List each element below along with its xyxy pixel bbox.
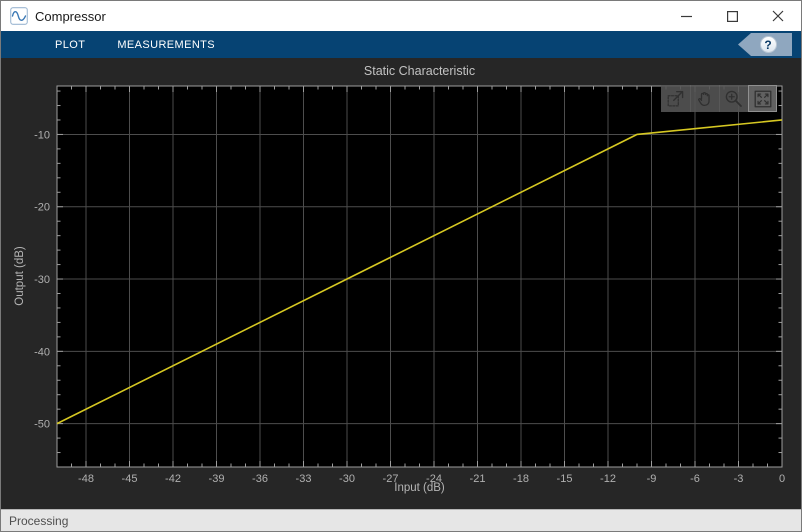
pan-button[interactable]	[690, 85, 719, 112]
app-window: Compressor PLOT MEASUREMENTS ? -48 -45 -42…	[0, 0, 802, 532]
tab-plot[interactable]: PLOT	[39, 31, 101, 58]
axes-toolbar	[661, 85, 777, 112]
tab-measurements[interactable]: MEASUREMENTS	[101, 31, 231, 58]
minimize-button[interactable]	[663, 1, 709, 31]
export-button[interactable]	[661, 85, 690, 112]
window-title: Compressor	[35, 8, 106, 24]
help-button[interactable]: ?	[738, 33, 792, 56]
figure-area: -48 -45 -42 -39 -36 -33 -30 -27 -24 -21 -18 -15 -12-…	[1, 58, 801, 509]
sine-wave-app-icon	[10, 7, 28, 25]
window-controls	[663, 1, 801, 31]
toolstrip: PLOT MEASUREMENTS ?	[1, 31, 801, 58]
plot-background	[57, 86, 782, 467]
zoom-in-button[interactable]	[719, 85, 748, 112]
x-axis-label: Input (dB)	[394, 482, 445, 494]
zoom-in-icon	[725, 90, 742, 107]
svg-text:-30: -30	[34, 274, 50, 286]
restore-view-button[interactable]	[748, 85, 777, 112]
restore-view-icon	[754, 90, 772, 107]
chart-title: Static Characteristic	[363, 64, 476, 78]
svg-text:-40: -40	[34, 346, 50, 358]
y-axis-label: Output (dB)	[14, 246, 26, 306]
window-titlebar: Compressor	[1, 1, 801, 31]
export-icon	[667, 90, 683, 107]
svg-text:-20: -20	[34, 202, 50, 214]
plot-canvas[interactable]: -48 -45 -42 -39 -36 -33 -30 -27 -24 -21 -18 -15 -12-…	[1, 58, 801, 509]
close-button[interactable]	[755, 1, 801, 31]
svg-text:-50: -50	[34, 419, 50, 431]
svg-text:-10: -10	[34, 129, 50, 141]
maximize-button[interactable]	[709, 1, 755, 31]
status-text: Processing	[9, 513, 69, 528]
status-bar: Processing	[1, 509, 801, 531]
pan-icon	[698, 91, 710, 106]
question-icon: ?	[759, 36, 777, 53]
